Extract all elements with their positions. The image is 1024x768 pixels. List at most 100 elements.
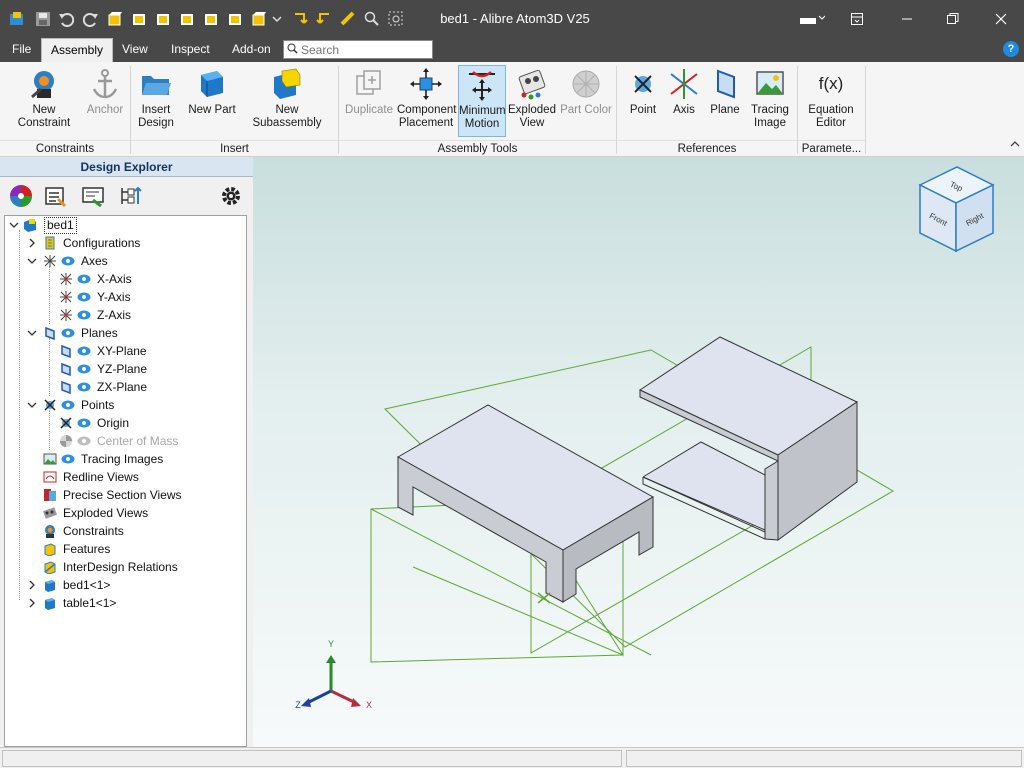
gear-icon[interactable] bbox=[218, 183, 244, 209]
display-settings-icon[interactable] bbox=[80, 183, 106, 209]
tree-node-label: Redline Views bbox=[63, 470, 139, 484]
table-part[interactable] bbox=[638, 336, 859, 541]
group-label-assembly-tools: Assembly Tools bbox=[339, 140, 616, 156]
tracing-image-icon bbox=[756, 71, 784, 95]
collapse-chevron-icon[interactable] bbox=[9, 216, 19, 234]
plane-icon bbox=[61, 362, 71, 376]
tracing-image-button[interactable]: Tracing Image bbox=[747, 65, 793, 137]
tree-node-label: bed1 bbox=[44, 217, 77, 234]
new-subassembly-icon bbox=[274, 68, 301, 99]
duplicate-button[interactable]: Duplicate bbox=[344, 65, 394, 137]
close-icon[interactable] bbox=[978, 0, 1024, 38]
expand-chevron-icon[interactable] bbox=[27, 234, 37, 252]
minimum-motion-button[interactable]: Minimum Motion bbox=[458, 65, 506, 137]
axis-icon bbox=[60, 309, 72, 321]
view-left-icon[interactable] bbox=[178, 10, 196, 28]
tab-view[interactable]: View bbox=[113, 38, 157, 62]
insert-design-button[interactable]: Insert Design bbox=[135, 65, 177, 137]
ribbon-collapse-icon[interactable] bbox=[1008, 140, 1022, 154]
view-top-icon[interactable] bbox=[226, 10, 244, 28]
tree-node-label: Constraints bbox=[63, 524, 124, 538]
property-list-icon[interactable] bbox=[42, 183, 68, 209]
bed-part[interactable] bbox=[396, 404, 655, 603]
theme-toggle-icon[interactable] bbox=[790, 0, 834, 38]
view-cube[interactable]: Top Front Right bbox=[918, 166, 995, 253]
exploded-views-icon bbox=[43, 507, 57, 519]
new-part-icon bbox=[201, 71, 223, 97]
part-color-button[interactable]: Part Color bbox=[560, 65, 612, 137]
view-back-icon[interactable] bbox=[154, 10, 172, 28]
app-logo-icon[interactable] bbox=[8, 10, 26, 28]
component-placement-label-1: Component bbox=[397, 104, 457, 116]
new-part-button[interactable]: New Part bbox=[186, 65, 238, 137]
origin-marker bbox=[537, 592, 551, 604]
search-input[interactable] bbox=[301, 42, 427, 57]
exploded-view-button[interactable]: Exploded View bbox=[508, 65, 556, 137]
visibility-eye-icon[interactable] bbox=[77, 382, 91, 392]
flip-right-icon[interactable] bbox=[315, 10, 333, 28]
flip-left-icon[interactable] bbox=[291, 10, 309, 28]
view-dropdown-icon[interactable] bbox=[271, 10, 283, 28]
group-label-insert: Insert bbox=[131, 140, 338, 156]
axes-icon bbox=[44, 255, 56, 267]
new-constraint-button[interactable]: New Constraint bbox=[5, 65, 83, 137]
expand-chevron-icon[interactable] bbox=[27, 576, 37, 594]
collapse-chevron-icon[interactable] bbox=[27, 324, 37, 342]
visibility-eye-icon[interactable] bbox=[61, 256, 75, 266]
visibility-eye-icon[interactable] bbox=[61, 400, 75, 410]
visibility-eye-icon[interactable] bbox=[77, 346, 91, 356]
point-button[interactable]: Point bbox=[623, 65, 663, 137]
visibility-eye-icon[interactable] bbox=[77, 418, 91, 428]
visibility-eye-icon[interactable] bbox=[77, 292, 91, 302]
collapse-chevron-icon[interactable] bbox=[27, 252, 37, 270]
tab-assembly[interactable]: Assembly bbox=[41, 38, 114, 62]
redline-views-icon bbox=[43, 471, 57, 483]
undo-icon[interactable] bbox=[57, 10, 75, 28]
axis-icon bbox=[60, 273, 72, 285]
tree-guide bbox=[49, 266, 50, 324]
point-icon bbox=[60, 417, 72, 429]
3d-viewport[interactable]: Top Front Right Y X Z bbox=[253, 157, 1024, 747]
save-icon[interactable] bbox=[34, 10, 52, 28]
expand-chevron-icon[interactable] bbox=[27, 594, 37, 612]
plane-button[interactable]: Plane bbox=[705, 65, 745, 137]
minimize-icon[interactable] bbox=[884, 0, 930, 38]
search-box[interactable] bbox=[283, 40, 433, 59]
tree-node-label: Axes bbox=[81, 254, 108, 268]
ribbon-display-icon[interactable] bbox=[834, 0, 880, 38]
minimum-motion-label-1: Minimum bbox=[459, 105, 506, 117]
anchor-button[interactable]: Anchor bbox=[85, 65, 125, 137]
zoom-icon[interactable] bbox=[363, 10, 381, 28]
section-views-icon bbox=[44, 489, 56, 501]
tab-file[interactable]: File bbox=[3, 38, 40, 62]
visibility-eye-icon[interactable] bbox=[61, 454, 75, 464]
help-icon[interactable]: ? bbox=[1003, 41, 1019, 57]
measure-icon[interactable] bbox=[339, 10, 357, 28]
model-canvas[interactable]: Top Front Right Y X Z bbox=[253, 157, 1024, 747]
view-bottom-icon[interactable] bbox=[250, 10, 268, 28]
equation-editor-button[interactable]: f(x) Equation Editor bbox=[802, 65, 860, 137]
view-right-icon[interactable] bbox=[202, 10, 220, 28]
tree-sort-icon[interactable] bbox=[118, 183, 144, 209]
visibility-eye-icon[interactable] bbox=[61, 328, 75, 338]
visibility-eye-icon[interactable] bbox=[77, 274, 91, 284]
component-placement-button[interactable]: Component Placement bbox=[397, 65, 457, 137]
new-subassembly-button[interactable]: New Subassembly bbox=[240, 65, 334, 137]
new-constraint-icon bbox=[31, 71, 54, 99]
color-wheel-icon[interactable] bbox=[8, 183, 34, 209]
tab-add-on[interactable]: Add-on bbox=[223, 38, 280, 62]
tree-guide bbox=[49, 338, 50, 396]
visibility-eye-icon[interactable] bbox=[77, 310, 91, 320]
view-front-icon[interactable] bbox=[130, 10, 148, 28]
visibility-eye-icon[interactable] bbox=[77, 364, 91, 374]
maximize-icon[interactable] bbox=[930, 0, 976, 38]
tree-node-label: Tracing Images bbox=[81, 452, 164, 466]
triad-z-label: Z bbox=[295, 700, 301, 710]
equation-editor-label-2: Editor bbox=[815, 117, 847, 129]
view-iso-icon[interactable] bbox=[106, 10, 124, 28]
visibility-eye-icon[interactable] bbox=[77, 436, 91, 446]
axis-button[interactable]: Axis bbox=[665, 65, 703, 137]
redo-icon[interactable] bbox=[82, 10, 100, 28]
tab-inspect[interactable]: Inspect bbox=[162, 38, 219, 62]
collapse-chevron-icon[interactable] bbox=[27, 396, 37, 414]
